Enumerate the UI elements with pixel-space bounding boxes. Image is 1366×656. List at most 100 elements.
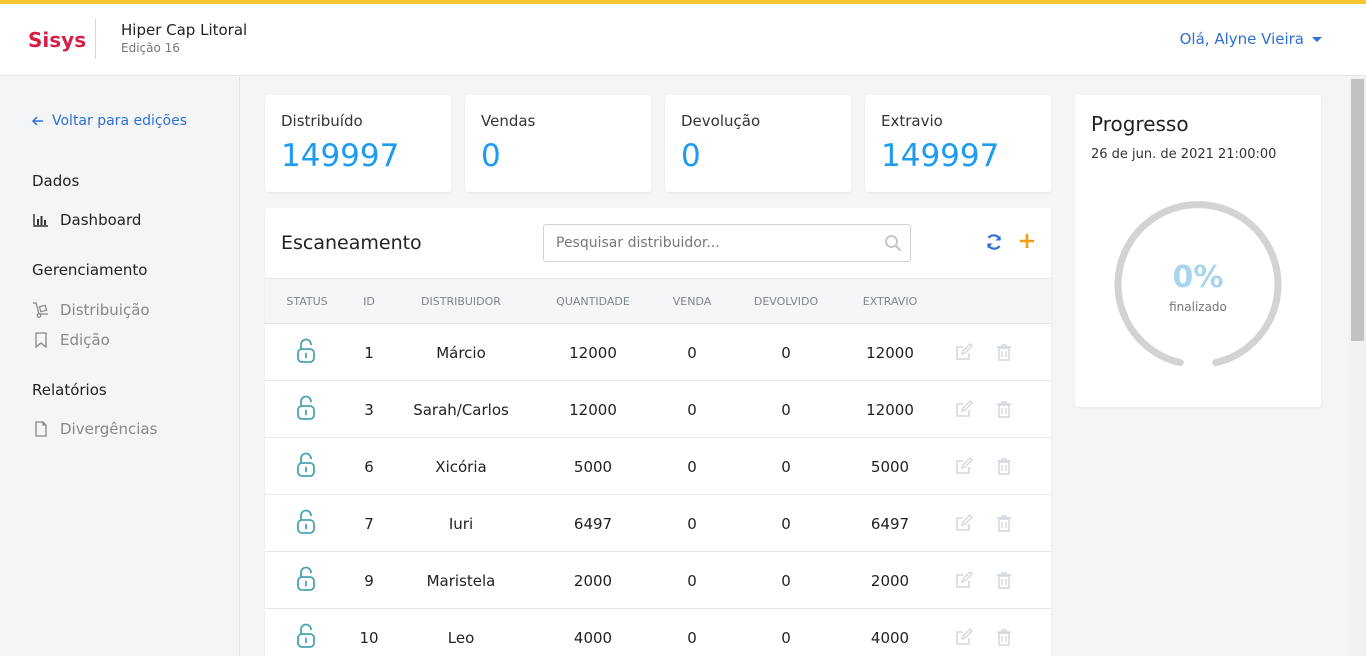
cell-venda: 0 xyxy=(687,515,697,533)
cell-distribuidor: Márcio xyxy=(436,344,486,362)
cell-extravio: 5000 xyxy=(870,458,910,476)
stat-label: Distribuído xyxy=(281,112,363,130)
sidebar-item-divergencias[interactable]: Divergências xyxy=(32,420,157,438)
search-box xyxy=(543,224,911,262)
unlock-icon[interactable] xyxy=(296,338,316,364)
user-greeting: Olá, Alyne Vieira xyxy=(1179,30,1304,48)
cell-devolvido: 0 xyxy=(781,629,791,647)
cell-venda: 0 xyxy=(687,629,697,647)
stat-label: Vendas xyxy=(481,112,536,130)
caret-down-icon xyxy=(1312,36,1322,42)
sidebar-item-edicao[interactable]: Edição xyxy=(32,331,110,349)
trash-icon[interactable] xyxy=(996,628,1012,646)
refresh-icon[interactable] xyxy=(985,233,1003,251)
col-header-id[interactable]: ID xyxy=(353,295,385,308)
search-icon[interactable] xyxy=(884,234,902,252)
table-row: 6 Xicória 5000 0 0 5000 xyxy=(265,438,1051,495)
user-menu-toggle[interactable]: Olá, Alyne Vieira xyxy=(1180,30,1322,48)
search-input[interactable] xyxy=(544,225,874,261)
plus-icon[interactable] xyxy=(1019,232,1035,250)
edit-icon[interactable] xyxy=(955,343,973,361)
scan-card: Escaneamento STATUS ID DISTRIBUIDOR QUAN… xyxy=(265,208,1051,656)
cell-venda: 0 xyxy=(687,401,697,419)
cell-quantidade: 4000 xyxy=(573,629,613,647)
col-header-quantidade[interactable]: QUANTIDADE xyxy=(543,295,643,308)
back-to-editions-link[interactable]: Voltar para edições xyxy=(32,113,187,129)
unlock-icon[interactable] xyxy=(296,395,316,421)
trash-icon[interactable] xyxy=(996,571,1012,589)
table-row: 10 Leo 4000 0 0 4000 xyxy=(265,609,1051,656)
trash-icon[interactable] xyxy=(996,514,1012,532)
cell-distribuidor: Maristela xyxy=(426,572,496,590)
cell-extravio: 12000 xyxy=(866,401,914,419)
cell-devolvido: 0 xyxy=(781,572,791,590)
stat-label: Extravio xyxy=(881,112,943,130)
progress-card: Progresso 26 de jun. de 2021 21:00:00 0%… xyxy=(1075,95,1321,407)
edit-icon[interactable] xyxy=(955,628,973,646)
cell-venda: 0 xyxy=(687,572,697,590)
cell-devolvido: 0 xyxy=(781,401,791,419)
unlock-icon[interactable] xyxy=(296,452,316,478)
page-scrollbar[interactable] xyxy=(1349,77,1366,656)
trash-icon[interactable] xyxy=(996,400,1012,418)
edit-icon[interactable] xyxy=(955,514,973,532)
sidebar: Voltar para edições Dados Dashboard Gere… xyxy=(0,77,240,656)
app-title: Hiper Cap Litoral xyxy=(121,21,248,39)
unlock-icon[interactable] xyxy=(296,566,316,592)
edit-icon[interactable] xyxy=(955,457,973,475)
app-header: Sisys Hiper Cap Litoral Edição 16 Olá, A… xyxy=(0,4,1366,76)
stat-card-extravio: Extravio 149997 xyxy=(865,95,1051,192)
col-header-venda[interactable]: VENDA xyxy=(657,295,727,308)
scan-title: Escaneamento xyxy=(281,232,422,254)
cell-extravio: 6497 xyxy=(870,515,910,533)
cell-id: 3 xyxy=(364,401,374,419)
progress-date: 26 de jun. de 2021 21:00:00 xyxy=(1091,147,1277,162)
cell-extravio: 4000 xyxy=(870,629,910,647)
brand-logo[interactable]: Sisys xyxy=(28,28,86,52)
progress-percent: 0% xyxy=(1172,260,1224,295)
sidebar-item-distribuicao[interactable]: Distribuição xyxy=(32,301,150,319)
unlock-icon[interactable] xyxy=(296,509,316,535)
cell-id: 9 xyxy=(364,572,374,590)
col-header-status[interactable]: STATUS xyxy=(279,295,335,308)
edit-icon[interactable] xyxy=(955,571,973,589)
stat-value: 149997 xyxy=(281,138,400,174)
scrollbar-thumb[interactable] xyxy=(1351,79,1364,341)
cell-devolvido: 0 xyxy=(781,515,791,533)
trash-icon[interactable] xyxy=(996,457,1012,475)
header-divider xyxy=(95,19,96,59)
sidebar-item-label: Divergências xyxy=(60,420,158,438)
edit-icon[interactable] xyxy=(955,400,973,418)
cell-id: 7 xyxy=(364,515,374,533)
sidebar-item-label: Distribuição xyxy=(60,301,150,319)
table-row: 1 Márcio 12000 0 0 12000 xyxy=(265,324,1051,381)
cell-extravio: 12000 xyxy=(866,344,914,362)
cell-quantidade: 12000 xyxy=(569,401,617,419)
section-title-gerenciamento: Gerenciamento xyxy=(32,261,148,279)
stat-card-vendas: Vendas 0 xyxy=(465,95,651,192)
cell-quantidade: 2000 xyxy=(573,572,613,590)
stat-card-distribuido: Distribuído 149997 xyxy=(265,95,451,192)
table-header: STATUS ID DISTRIBUIDOR QUANTIDADE VENDA … xyxy=(265,278,1051,324)
stat-label: Devolução xyxy=(681,112,761,130)
cell-distribuidor: Iuri xyxy=(448,515,474,533)
dolly-icon xyxy=(32,301,50,319)
trash-icon[interactable] xyxy=(996,343,1012,361)
col-header-devolvido[interactable]: DEVOLVIDO xyxy=(741,295,831,308)
cell-devolvido: 0 xyxy=(781,344,791,362)
back-link-label: Voltar para edições xyxy=(52,113,188,129)
bookmark-icon xyxy=(32,331,50,349)
cell-id: 1 xyxy=(364,344,374,362)
arrow-left-icon xyxy=(32,116,43,126)
cell-id: 10 xyxy=(359,629,379,647)
col-header-extravio[interactable]: EXTRAVIO xyxy=(845,295,935,308)
unlock-icon[interactable] xyxy=(296,623,316,649)
sidebar-item-dashboard[interactable]: Dashboard xyxy=(32,211,141,229)
cell-quantidade: 12000 xyxy=(569,344,617,362)
cell-quantidade: 5000 xyxy=(573,458,613,476)
file-icon xyxy=(32,420,50,438)
cell-id: 6 xyxy=(364,458,374,476)
cell-distribuidor: Xicória xyxy=(435,458,487,476)
stat-card-devolucao: Devolução 0 xyxy=(665,95,851,192)
col-header-distribuidor[interactable]: DISTRIBUIDOR xyxy=(401,295,521,308)
